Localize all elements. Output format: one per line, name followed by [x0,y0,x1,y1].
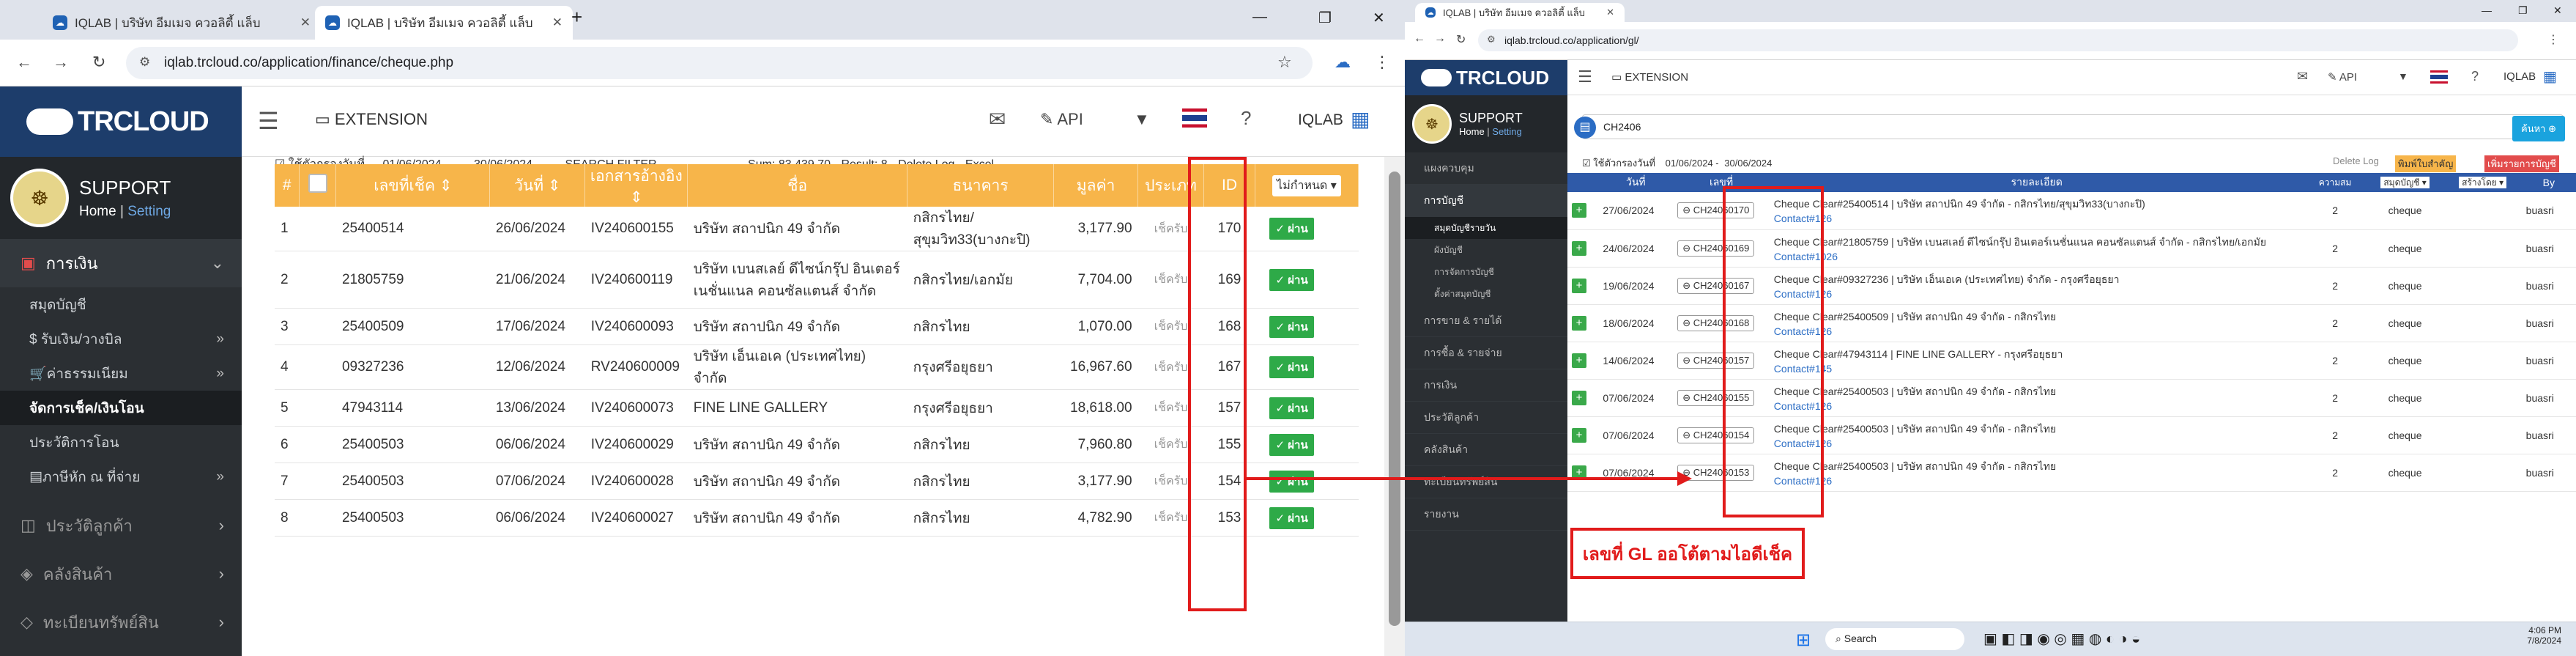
connector-arrow [1247,471,1692,486]
arrow-head [1677,471,1692,486]
